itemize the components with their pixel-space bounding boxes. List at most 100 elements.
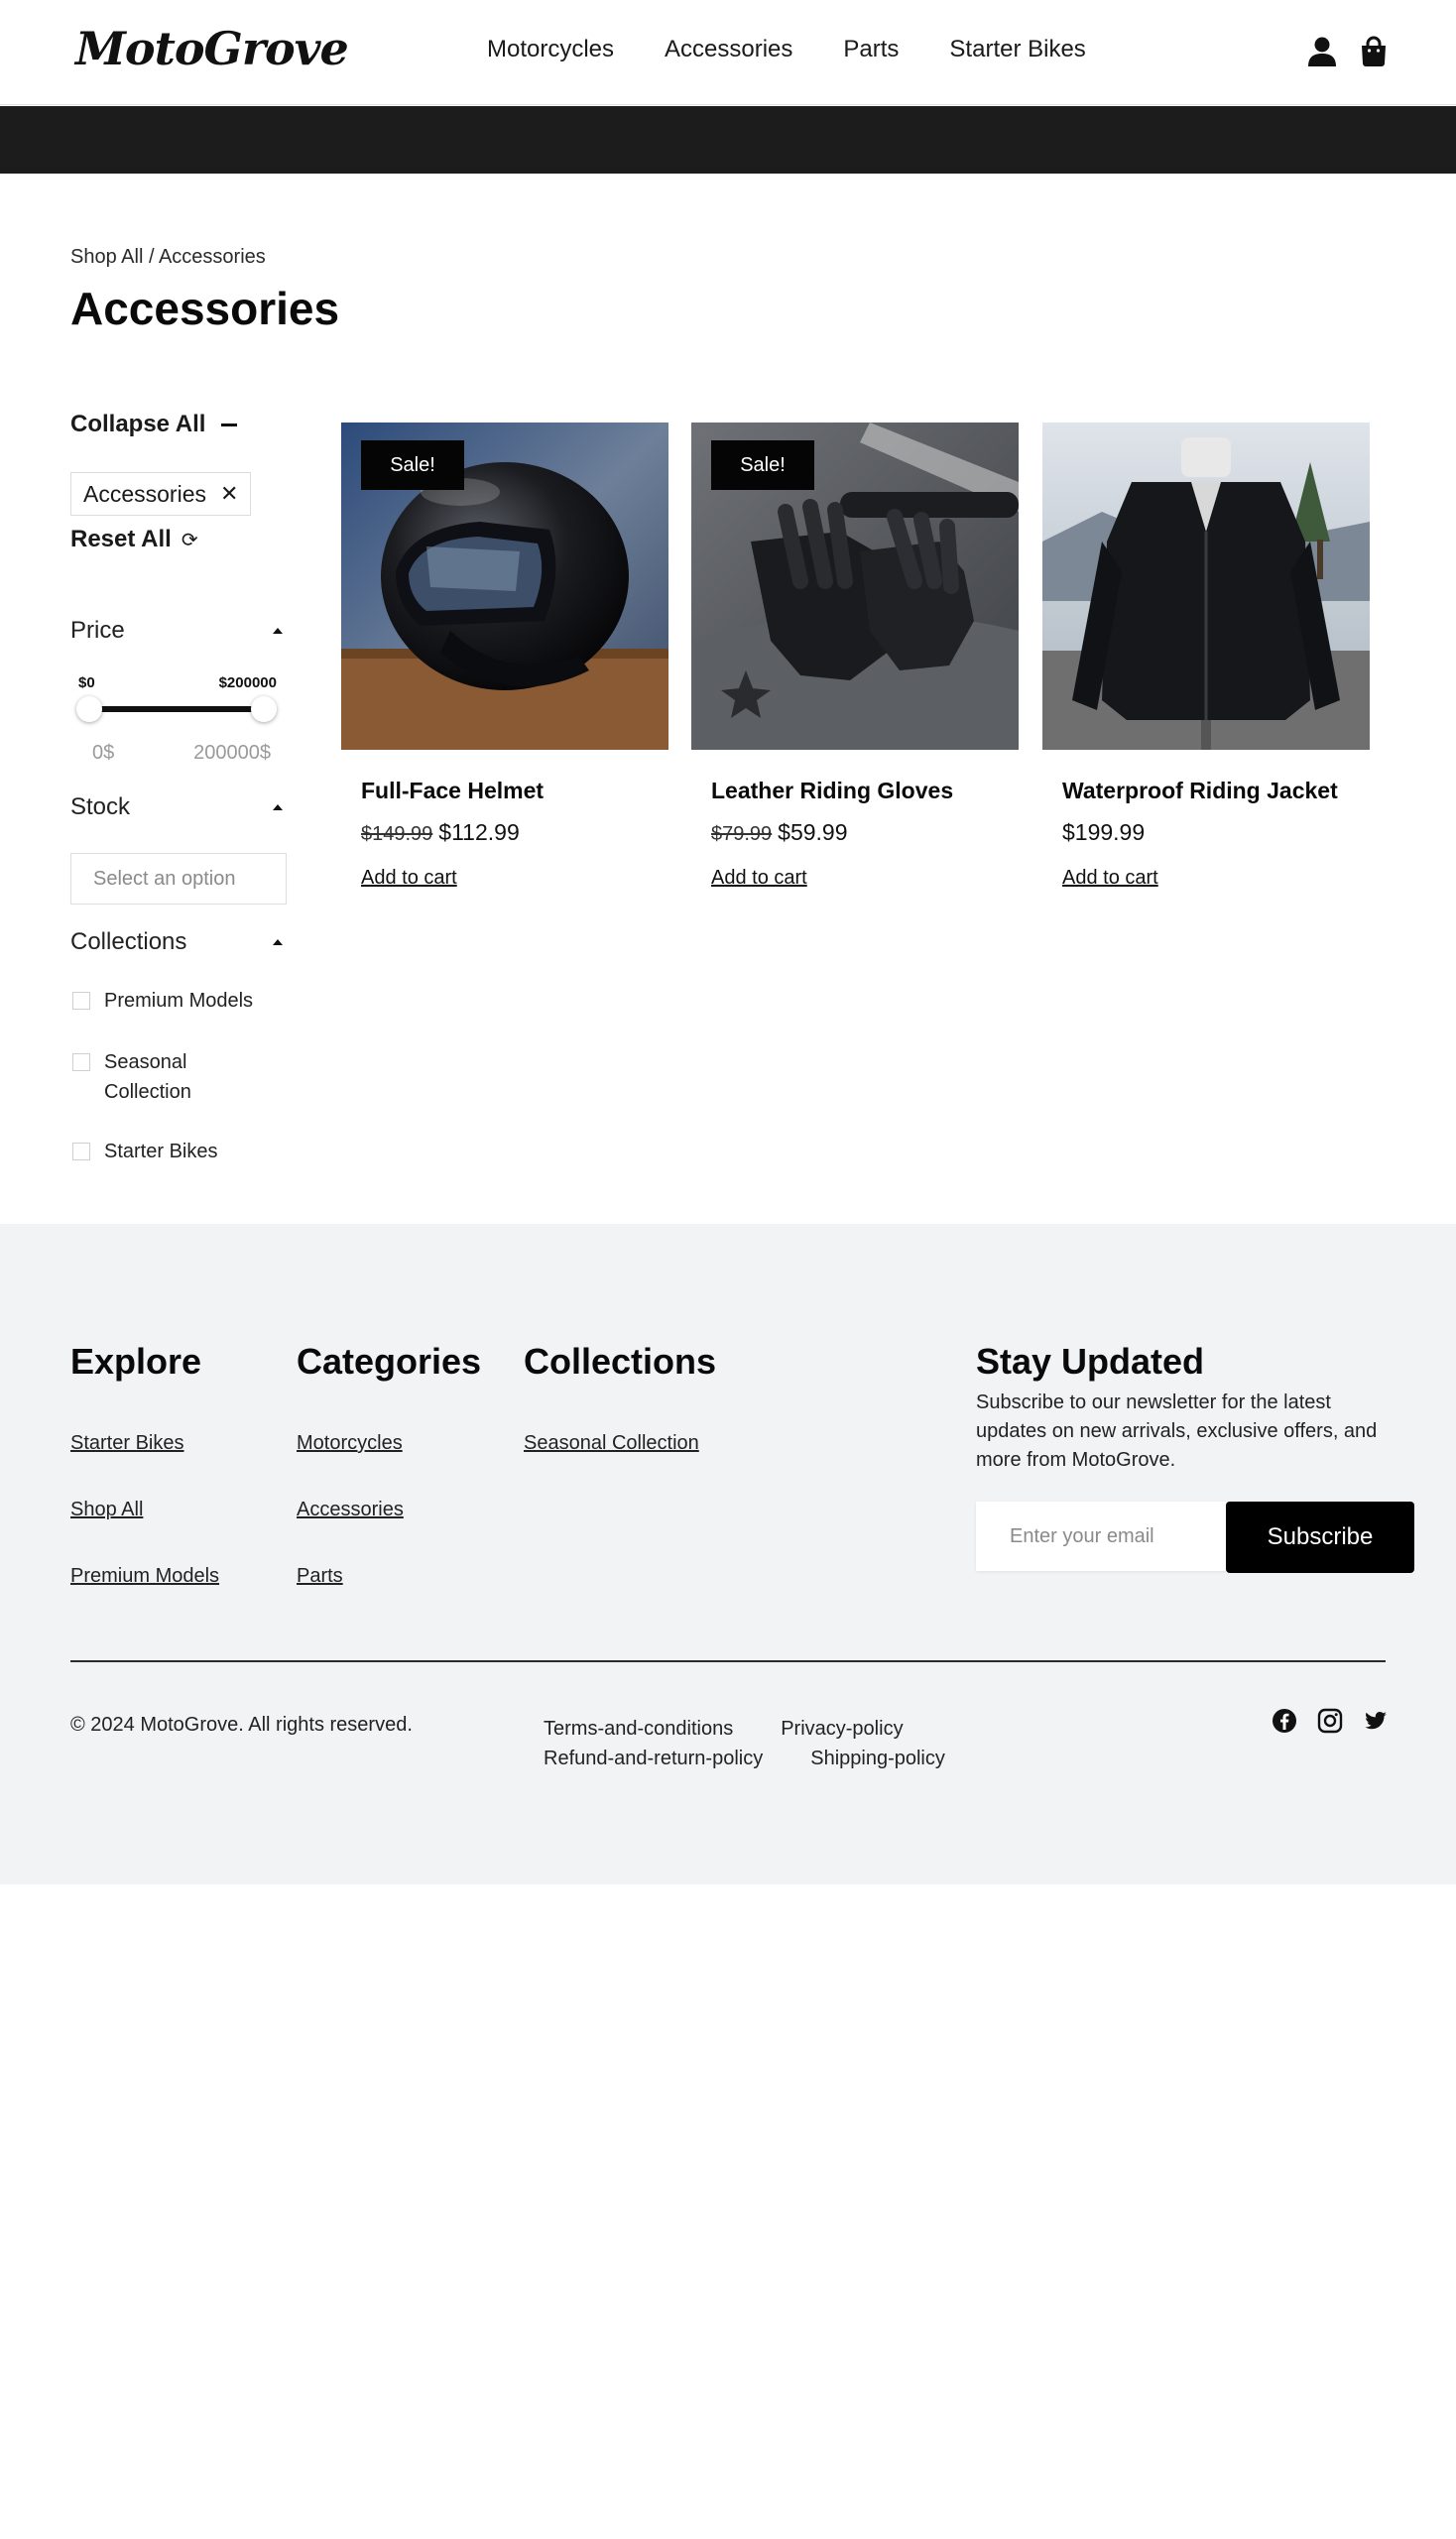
collection-option-label: Starter Bikes — [104, 1141, 218, 1162]
footer-collections: Collections Seasonal Collection — [524, 1341, 717, 1454]
original-price: $149.99 — [361, 823, 433, 845]
checkbox[interactable] — [72, 1143, 90, 1160]
footer-link-seasonal-collection[interactable]: Seasonal Collection — [524, 1432, 699, 1499]
active-filter-chip[interactable]: Accessories ✕ — [70, 472, 252, 516]
stock-select[interactable]: Select an option — [70, 853, 287, 905]
collapse-all-label: Collapse All — [70, 411, 206, 437]
product-name[interactable]: Waterproof Riding Jacket — [1062, 778, 1338, 804]
terms-link[interactable]: Terms-and-conditions — [544, 1714, 733, 1744]
footer-explore-title: Explore — [70, 1341, 202, 1382]
product-name[interactable]: Leather Riding Gloves — [711, 778, 953, 804]
footer-categories: Categories Motorcycles Accessories Parts — [297, 1341, 482, 1587]
twitter-icon[interactable] — [1363, 1708, 1389, 1734]
checkbox[interactable] — [72, 1053, 90, 1071]
product-name[interactable]: Full-Face Helmet — [361, 778, 544, 804]
privacy-link[interactable]: Privacy-policy — [781, 1714, 903, 1744]
price-slider-max-handle[interactable] — [251, 696, 277, 722]
checkbox[interactable] — [72, 992, 90, 1010]
collection-option-label: Seasonal Collection — [104, 1051, 191, 1103]
user-icon[interactable] — [1307, 36, 1337, 67]
stock-filter-header[interactable]: Stock — [70, 793, 287, 821]
price-max-readout: 200000$ — [193, 742, 271, 764]
price-filter-header[interactable]: Price — [70, 617, 287, 645]
chip-label: Accessories — [83, 480, 206, 507]
original-price: $79.99 — [711, 823, 773, 845]
jacket-image — [1042, 423, 1370, 750]
chevron-up-icon — [273, 804, 283, 810]
nav-accessories[interactable]: Accessories — [665, 36, 792, 63]
price-filter-label: Price — [70, 617, 125, 644]
footer-divider — [70, 1660, 1386, 1662]
price: $199.99 — [1062, 819, 1146, 845]
price-max-label: $200000 — [218, 674, 277, 691]
facebook-icon[interactable] — [1272, 1708, 1297, 1734]
minus-icon — [221, 423, 238, 426]
shopping-bag-icon[interactable] — [1359, 36, 1389, 67]
newsletter-text: Subscribe to our newsletter for the late… — [976, 1391, 1378, 1471]
page-title: Accessories — [70, 283, 340, 334]
shipping-link[interactable]: Shipping-policy — [810, 1744, 945, 1773]
sale-price: $59.99 — [778, 819, 848, 845]
logo[interactable]: MotoGrove — [75, 22, 349, 75]
price-slider-labels: $0 $200000 — [78, 674, 277, 691]
price-min-label: $0 — [78, 674, 95, 691]
collapse-all-button[interactable]: Collapse All — [70, 411, 238, 438]
refund-link[interactable]: Refund-and-return-policy — [544, 1744, 763, 1773]
price-min-readout: 0$ — [92, 742, 115, 764]
product-card[interactable]: Waterproof Riding Jacket $199.99 Add to … — [1042, 423, 1370, 889]
price-slider-track[interactable] — [88, 706, 267, 712]
price-slider-min-handle[interactable] — [76, 696, 102, 722]
reset-all-label: Reset All — [70, 526, 172, 552]
close-icon[interactable]: ✕ — [220, 483, 238, 505]
footer-link-accessories[interactable]: Accessories — [297, 1499, 404, 1565]
footer-link-premium-models[interactable]: Premium Models — [70, 1565, 219, 1632]
email-field[interactable] — [976, 1502, 1226, 1571]
stock-filter-label: Stock — [70, 793, 131, 820]
breadcrumb[interactable]: Shop All / Accessories — [70, 246, 266, 269]
footer-link-parts[interactable]: Parts — [297, 1565, 404, 1632]
product-card[interactable]: Sale! Full-Face Helmet $149.99 $112.99 A… — [341, 423, 668, 889]
footer-collections-links: Seasonal Collection — [524, 1432, 699, 1499]
nav-starter-bikes[interactable]: Starter Bikes — [949, 36, 1085, 63]
collection-option-premium-models[interactable]: Premium Models — [72, 986, 253, 1016]
footer-categories-title: Categories — [297, 1341, 482, 1382]
price-range-readout: 0$ 200000$ — [92, 742, 271, 765]
sale-badge: Sale! — [711, 440, 814, 490]
footer-link-shop-all[interactable]: Shop All — [70, 1499, 219, 1565]
product-image-gloves[interactable]: Sale! — [691, 423, 1019, 750]
footer-collections-title: Collections — [524, 1341, 717, 1382]
collection-option-seasonal-collection[interactable]: Seasonal Collection — [72, 1047, 287, 1107]
product-image-helmet[interactable]: Sale! — [341, 423, 668, 750]
add-to-cart-button[interactable]: Add to cart — [361, 867, 457, 890]
refresh-icon: ⟳ — [181, 529, 198, 551]
chevron-up-icon — [273, 628, 283, 634]
reset-all-button[interactable]: Reset All ⟳ — [70, 526, 198, 553]
legal-links: Terms-and-conditions Privacy-policy Refun… — [544, 1714, 1059, 1773]
footer-link-starter-bikes[interactable]: Starter Bikes — [70, 1432, 219, 1499]
collections-filter-header[interactable]: Collections — [70, 928, 287, 956]
copyright: © 2024 MotoGrove. All rights reserved. — [70, 1714, 413, 1736]
nav-motorcycles[interactable]: Motorcycles — [487, 36, 614, 63]
instagram-icon[interactable] — [1317, 1708, 1343, 1734]
site-footer: Explore Starter Bikes Shop All Premium M… — [0, 1224, 1456, 1884]
social-links — [1272, 1708, 1389, 1734]
footer-categories-links: Motorcycles Accessories Parts — [297, 1432, 404, 1632]
product-image-jacket[interactable] — [1042, 423, 1370, 750]
main-nav: Motorcycles Accessories Parts Starter Bi… — [487, 36, 1086, 63]
subscribe-button[interactable]: Subscribe — [1226, 1502, 1414, 1573]
add-to-cart-button[interactable]: Add to cart — [711, 867, 807, 890]
promo-banner — [0, 106, 1456, 174]
footer-link-motorcycles[interactable]: Motorcycles — [297, 1432, 404, 1499]
site-header: MotoGrove Motorcycles Accessories Parts … — [0, 0, 1456, 105]
collections-filter-label: Collections — [70, 928, 187, 955]
sale-price: $112.99 — [438, 819, 520, 845]
collection-option-label: Premium Models — [104, 990, 254, 1012]
newsletter-section: Stay Updated Subscribe to our newsletter… — [976, 1341, 1422, 1475]
add-to-cart-button[interactable]: Add to cart — [1062, 867, 1158, 890]
collection-option-starter-bikes[interactable]: Starter Bikes — [72, 1137, 217, 1166]
chevron-up-icon — [273, 939, 283, 945]
newsletter-title: Stay Updated — [976, 1341, 1205, 1382]
nav-parts[interactable]: Parts — [843, 36, 899, 63]
product-card[interactable]: Sale! Leather Riding Gloves $79.99 $59.9… — [691, 423, 1019, 889]
product-price: $199.99 — [1062, 819, 1145, 846]
